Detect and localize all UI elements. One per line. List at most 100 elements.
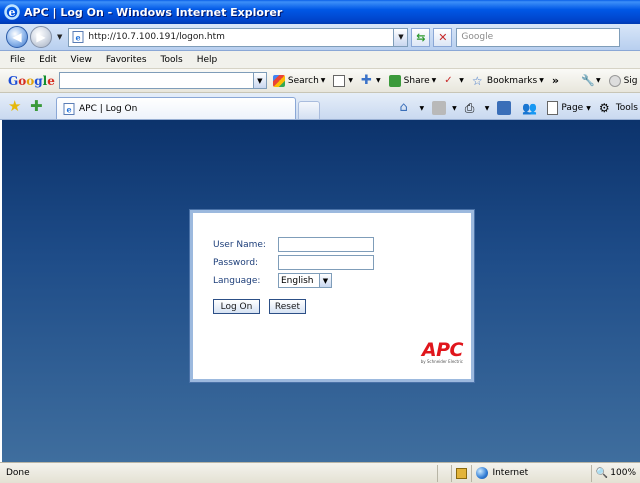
internet-globe-icon — [476, 467, 489, 479]
printer-icon: ⎙ — [464, 101, 475, 115]
home-button[interactable]: ⌂ ▼ — [400, 101, 425, 115]
search-placeholder: Google — [461, 32, 494, 42]
add-favorite-icon[interactable]: ✚ — [30, 98, 46, 114]
wrench-icon: 🔧 — [580, 73, 595, 87]
google-search-button[interactable]: Search ▼ — [272, 74, 326, 87]
svg-text:e: e — [66, 104, 71, 114]
page-dropdown-icon: ▼ — [586, 104, 591, 112]
recent-pages-dropdown-icon[interactable]: ▼ — [57, 33, 62, 41]
menu-bar: File Edit View Favorites Tools Help — [0, 51, 640, 69]
username-label: User Name: — [213, 240, 266, 250]
stop-button[interactable]: ✕ — [433, 27, 453, 47]
language-label: Language: — [213, 276, 261, 286]
research-icon — [497, 101, 512, 115]
svg-text:e: e — [76, 33, 81, 43]
window-title-bar[interactable]: e APC | Log On - Windows Internet Explor… — [0, 0, 640, 24]
spellcheck-button[interactable]: ✓ ▼ — [444, 75, 464, 87]
ie-icon: e — [4, 4, 20, 20]
spellcheck-icon: ✓ — [444, 74, 453, 86]
menu-item-file[interactable]: File — [10, 55, 25, 65]
sign-in-icon — [608, 74, 621, 87]
plus-button[interactable]: ✚ ▼ — [361, 74, 381, 87]
window-title: APC | Log On - Windows Internet Explorer — [24, 5, 283, 19]
share-button[interactable]: Share ▼ — [388, 74, 437, 87]
research-button[interactable] — [497, 101, 514, 115]
share-icon — [388, 74, 401, 87]
menu-item-help[interactable]: Help — [197, 55, 218, 65]
google-g-icon — [272, 74, 285, 87]
language-value: English — [281, 275, 314, 286]
search-input[interactable]: Google — [456, 27, 621, 47]
zoom-pane[interactable]: 🔍 100% — [590, 464, 640, 482]
menu-item-tools[interactable]: Tools — [161, 55, 183, 65]
ie-page-icon: e — [63, 102, 75, 115]
reset-button[interactable]: Reset — [269, 299, 306, 314]
page-icon — [547, 101, 559, 115]
zone-label: Internet — [492, 468, 529, 478]
feeds-dropdown-icon: ▼ — [452, 104, 457, 112]
menu-item-view[interactable]: View — [71, 55, 92, 65]
status-pane-empty — [437, 464, 451, 482]
search-dropdown-icon: ▼ — [320, 77, 326, 84]
username-input[interactable] — [278, 237, 374, 252]
home-icon: ⌂ — [399, 100, 408, 115]
zoom-magnifier-icon: 🔍 — [595, 467, 609, 479]
status-bar: Done Internet 🔍 100% — [0, 462, 640, 483]
google-search-input[interactable] — [58, 72, 254, 89]
print-button[interactable]: ⎙ ▼ — [465, 101, 490, 115]
back-arrow-icon: ◀ — [12, 30, 22, 44]
menu-item-favorites[interactable]: Favorites — [106, 55, 147, 65]
log-on-button[interactable]: Log On — [213, 299, 260, 314]
chevron-double-right-icon: » — [551, 74, 559, 87]
password-label: Password: — [213, 258, 259, 268]
ie-page-icon: e — [72, 31, 84, 43]
page-menu-button[interactable]: Page ▼ — [547, 101, 591, 115]
bookmarks-dropdown-icon: ▼ — [539, 77, 544, 84]
bookmarks-button[interactable]: ☆ Bookmarks ▼ — [472, 75, 544, 87]
apc-byline: by Schneider Electric — [420, 359, 463, 364]
page-content: User Name: Password: Language: English ▼… — [0, 120, 640, 462]
share-dropdown-icon: ▼ — [431, 77, 437, 84]
bookmark-star-icon: ☆ — [471, 73, 483, 88]
apc-brand: APC — [421, 339, 464, 361]
refresh-icon: ⇆ — [416, 30, 426, 44]
zone-pane[interactable]: Internet — [471, 464, 590, 482]
svg-text:e: e — [9, 6, 16, 19]
favorites-star-icon[interactable]: ★ — [8, 98, 24, 114]
protected-mode-icon — [456, 467, 468, 479]
popup-blocker-button[interactable]: ▼ — [333, 74, 353, 87]
forward-arrow-icon: ▶ — [36, 30, 46, 44]
feeds-button[interactable]: ▼ — [432, 101, 457, 115]
address-dropdown-icon[interactable]: ▼ — [393, 28, 408, 46]
language-select[interactable]: English ▼ — [278, 273, 332, 288]
command-bar: ⌂ ▼ ▼ ⎙ ▼ 👥 Page ▼ ⚙ Tools — [392, 97, 640, 119]
status-text: Done — [6, 468, 30, 478]
login-panel: User Name: Password: Language: English ▼… — [190, 210, 474, 382]
tab-label: APC | Log On — [79, 103, 138, 114]
security-pane[interactable] — [451, 464, 471, 482]
stop-icon: ✕ — [438, 30, 448, 44]
address-field[interactable]: e http://10.7.100.191/logon.htm ▼ — [68, 27, 409, 47]
password-input[interactable] — [278, 255, 374, 270]
tools-menu-button[interactable]: ⚙ Tools — [599, 101, 638, 115]
google-logo: Google — [8, 73, 55, 88]
messenger-button[interactable]: 👥 — [522, 101, 539, 115]
more-toolbar-button[interactable]: » — [552, 74, 559, 87]
tab-apc-logon[interactable]: e APC | Log On — [56, 97, 296, 119]
forward-button[interactable]: ▶ — [30, 26, 52, 48]
menu-item-edit[interactable]: Edit — [39, 55, 56, 65]
address-url[interactable]: http://10.7.100.191/logon.htm — [88, 32, 393, 42]
gear-icon: ⚙ — [598, 101, 610, 115]
refresh-button[interactable]: ⇆ — [411, 27, 431, 47]
wrench-dropdown-icon: ▼ — [595, 77, 601, 84]
home-dropdown-icon: ▼ — [419, 104, 425, 112]
back-button[interactable]: ◀ — [6, 26, 28, 48]
google-search-dropdown-icon[interactable]: ▼ — [253, 72, 267, 89]
new-tab-button[interactable] — [298, 101, 320, 119]
apc-logo: APC by Schneider Electric — [420, 339, 464, 365]
settings-wrench-button[interactable]: 🔧 ▼ — [580, 73, 601, 87]
popup-icon — [333, 74, 346, 87]
rss-feed-icon — [432, 101, 447, 115]
sign-in-button[interactable]: Sig — [608, 74, 638, 87]
zoom-level: 100% — [610, 468, 636, 478]
